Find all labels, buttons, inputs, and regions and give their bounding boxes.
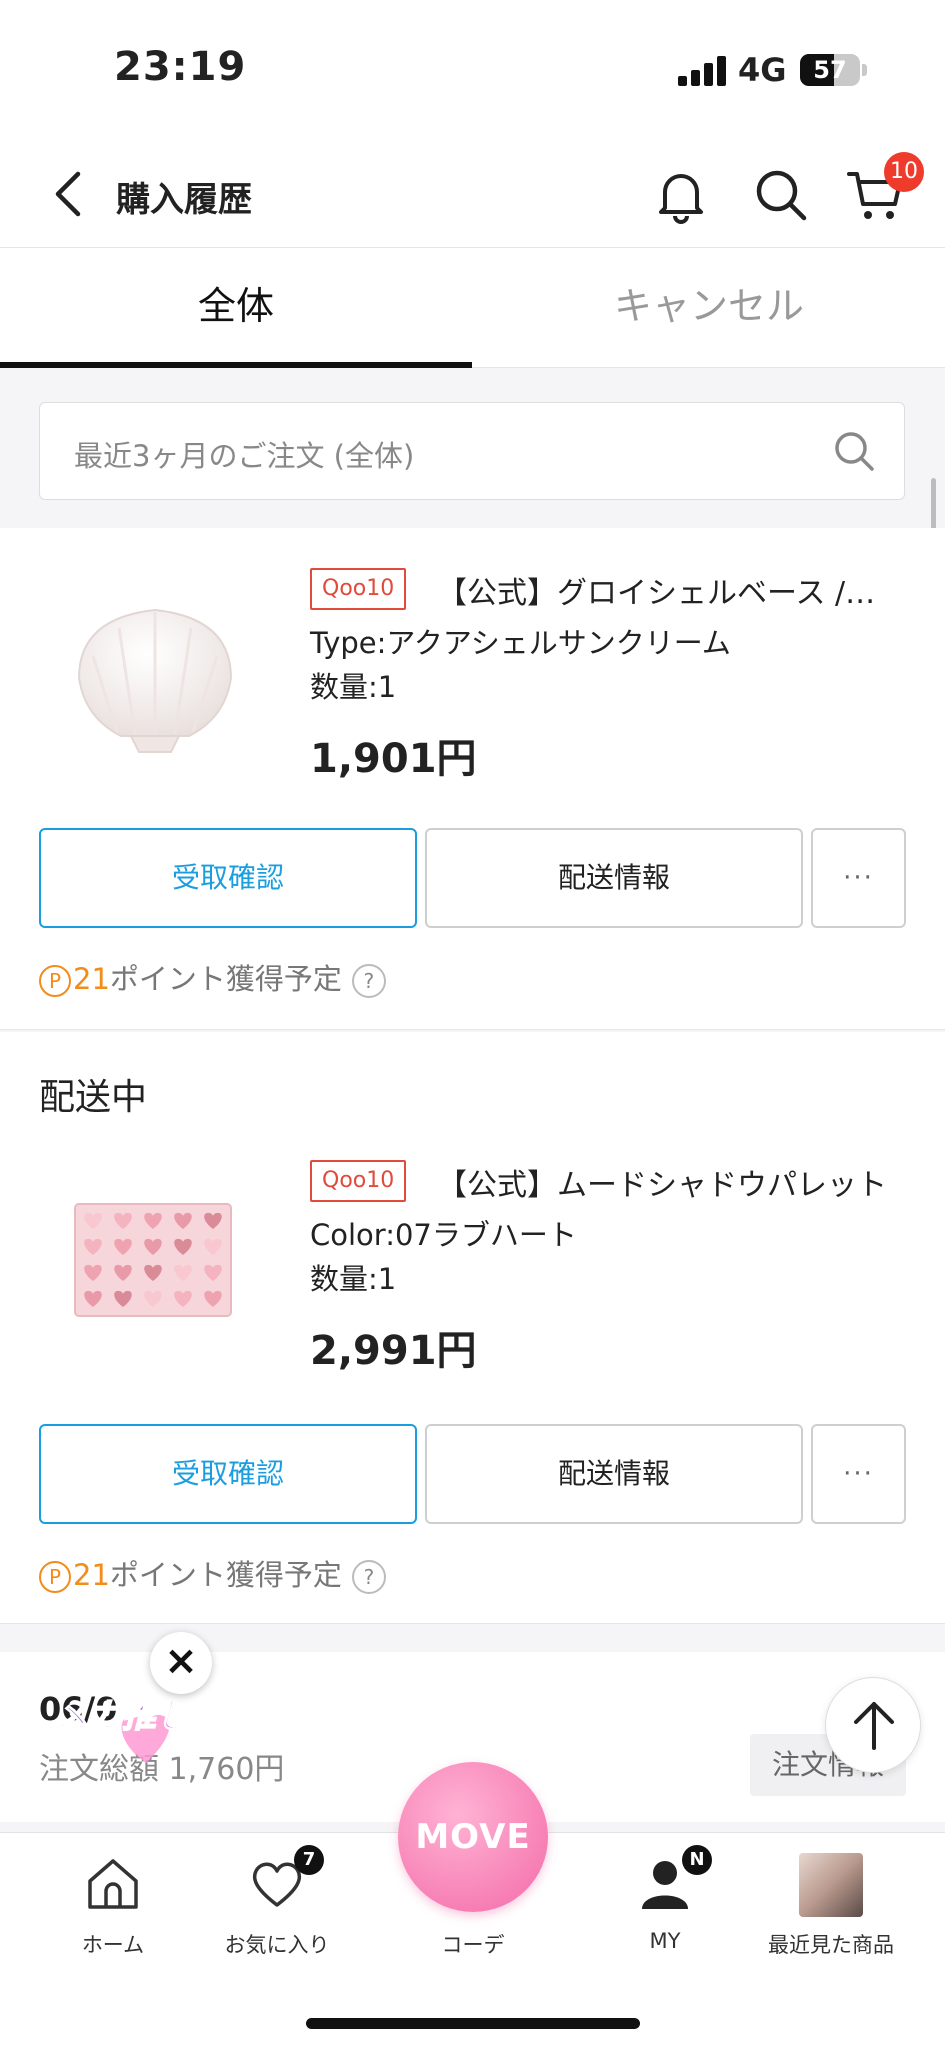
chevron-left-icon (55, 171, 81, 217)
tab-recent[interactable]: 最近見た商品 (756, 1853, 906, 1959)
arrow-up-icon (854, 1702, 894, 1750)
tab-favorites-label: お気に入り (224, 1933, 330, 1957)
mega-oshi-logo: メガ推し (53, 1695, 191, 1763)
app-header: 購入履歴 (0, 140, 945, 248)
eyeshadow-palette-image (74, 1203, 232, 1317)
order-search-input[interactable]: 最近3ヶ月のご注文 (全体) (39, 402, 905, 500)
more-options-button[interactable]: ··· (811, 1424, 906, 1524)
tab-my-label: MY (649, 1929, 681, 1953)
battery-level: 57 (813, 56, 847, 84)
product-price: 1,901円 (310, 736, 477, 782)
tab-home-label: ホーム (81, 1933, 145, 1957)
points-info: P 21ポイント獲得予定? (39, 956, 386, 998)
points-label: ポイント獲得予定 (109, 1558, 342, 1592)
points-label: ポイント獲得予定 (109, 962, 342, 996)
status-bar: 23:19 4G 57 (0, 0, 945, 140)
product-option: Type:アクアシェルサンクリーム (310, 626, 731, 660)
tab-favorites[interactable]: 7 お気に入り (202, 1845, 352, 1959)
signal-icon (678, 56, 726, 86)
qoo10-shop-badge: Qoo10 (310, 1160, 407, 1202)
mega-oshi-text: メガ推し (54, 1696, 176, 1736)
home-indicator (306, 2018, 640, 2029)
battery-tip (862, 64, 867, 76)
confirm-receipt-button[interactable]: 受取確認 (39, 828, 417, 928)
tab-home[interactable]: ホーム (38, 1853, 188, 1959)
product-price: 2,991円 (310, 1328, 477, 1374)
network-type: 4G (738, 51, 787, 89)
home-icon (88, 1859, 138, 1909)
favorites-badge: 7 (294, 1845, 324, 1875)
product-quantity: 数量:1 (310, 1262, 397, 1296)
search-icon[interactable] (830, 427, 878, 475)
product-quantity: 数量:1 (310, 670, 397, 704)
shipping-info-button[interactable]: 配送情報 (425, 828, 803, 928)
order-status: 配送中 (39, 1077, 148, 1118)
more-options-button[interactable]: ··· (811, 828, 906, 928)
points-icon: P (39, 965, 71, 997)
points-icon: P (39, 1561, 71, 1593)
scroll-to-top-button[interactable] (825, 1677, 921, 1773)
page-title: 購入履歴 (116, 180, 252, 220)
bell-icon (659, 174, 703, 224)
qoo10-shop-badge: Qoo10 (310, 568, 407, 610)
help-icon[interactable]: ? (351, 964, 386, 998)
move-button[interactable]: MOVE (398, 1762, 548, 1912)
recent-product-thumbnail (799, 1853, 863, 1917)
points-amount: 21 (73, 1558, 110, 1592)
product-image-shadow-palette[interactable] (39, 1148, 271, 1380)
tab-all[interactable]: 全体 (0, 248, 472, 368)
confirm-receipt-button[interactable]: 受取確認 (39, 1424, 417, 1524)
shipping-info-button[interactable]: 配送情報 (425, 1424, 803, 1524)
help-icon[interactable]: ? (351, 1560, 386, 1594)
tab-coordi-label: コーデ (441, 1933, 505, 1957)
tab-bar: 全体 キャンセル (0, 248, 945, 368)
tab-recent-label: 最近見た商品 (768, 1933, 894, 1957)
order-card: 配送中 Qoo10 【公式】ムードシャドウパレット Color:07ラブハート … (0, 1032, 945, 1624)
mega-oshi-banner[interactable]: メガ推し (46, 1685, 191, 1785)
tab-my[interactable]: N MY (590, 1845, 740, 1953)
product-image-shell-base[interactable] (39, 568, 271, 800)
shell-compact-image (77, 608, 233, 753)
product-name[interactable]: 【公式】ムードシャドウパレット (437, 1160, 897, 1204)
notification-button[interactable] (650, 164, 712, 226)
battery-icon: 57 (800, 54, 860, 86)
search-button[interactable] (750, 164, 812, 226)
search-section: 最近3ヶ月のご注文 (全体) (0, 368, 945, 528)
search-icon (756, 170, 807, 221)
close-banner-button[interactable]: × (150, 1632, 212, 1694)
product-name[interactable]: 【公式】グロイシェルベース /アクアシェルサンクリーム (437, 568, 897, 612)
points-amount: 21 (73, 962, 110, 996)
status-time: 23:19 (114, 44, 247, 90)
back-button[interactable] (42, 166, 98, 222)
my-badge: N (682, 1845, 712, 1875)
tab-cancel[interactable]: キャンセル (473, 248, 945, 368)
points-info: P 21ポイント獲得予定? (39, 1552, 386, 1594)
order-card: Qoo10 【公式】グロイシェルベース /アクアシェルサンクリーム Type:ア… (0, 528, 945, 1030)
product-option: Color:07ラブハート (310, 1218, 577, 1252)
cart-count-badge: 10 (884, 152, 924, 192)
search-placeholder: 最近3ヶ月のご注文 (全体) (74, 439, 415, 473)
